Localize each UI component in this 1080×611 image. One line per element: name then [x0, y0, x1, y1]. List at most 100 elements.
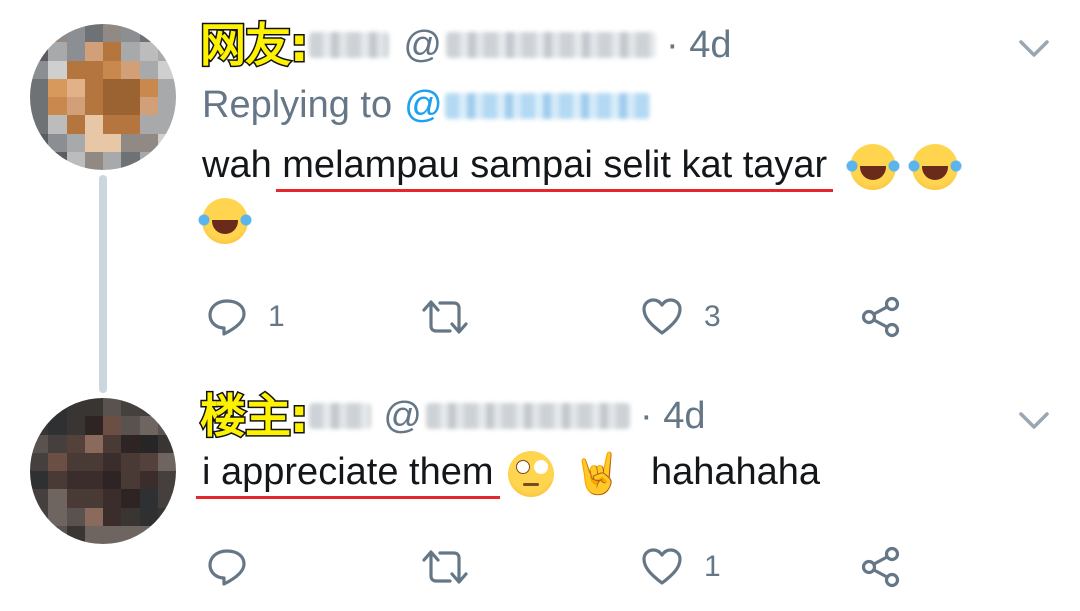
- avatar-pixel: [103, 489, 122, 508]
- avatar-pixel: [139, 525, 158, 544]
- avatar-pixel: [30, 525, 49, 544]
- avatar-pixel: [48, 60, 67, 79]
- avatar-pixel: [121, 452, 140, 471]
- avatar-pixel: [48, 115, 67, 134]
- avatar-pixel: [121, 97, 140, 116]
- tweet-1-display-name[interactable]: [309, 32, 390, 58]
- avatar-pixel: [139, 60, 158, 79]
- avatar-pixel: [48, 416, 67, 435]
- retweet-icon: [422, 300, 468, 334]
- avatar-pixel: [157, 151, 176, 170]
- tweet-1-header: 网友: @ · 4d: [198, 18, 731, 72]
- tweet-1-text-plain: wah: [202, 144, 283, 187]
- avatar-pixel: [139, 507, 158, 526]
- avatar-pixel: [139, 151, 158, 170]
- tweet-1-chevron-down-icon[interactable]: [1018, 38, 1050, 60]
- avatar-pixel: [48, 133, 67, 152]
- avatar-pixel: [157, 398, 176, 417]
- tweet-1-tag: 网友:: [198, 18, 309, 72]
- tweet-2-header: 楼主: @ · 4d: [198, 392, 705, 441]
- avatar-pixel: [157, 42, 176, 61]
- avatar-pixel: [84, 78, 103, 97]
- avatar-pixel: [157, 452, 176, 471]
- tweet-1-share-button[interactable]: [860, 296, 902, 338]
- laughing-emoji-icon: [845, 144, 900, 190]
- tweet-2-reply-button[interactable]: [206, 546, 268, 588]
- like-count: 1: [704, 550, 721, 583]
- tweet-1-like-button[interactable]: 3: [640, 296, 721, 338]
- avatar-pixel: [48, 151, 67, 170]
- tweet-1-handle[interactable]: [445, 32, 656, 58]
- tweet-2-chevron-down-icon[interactable]: [1018, 410, 1050, 432]
- avatar-pixel: [121, 489, 140, 508]
- avatar-pixel: [84, 97, 103, 116]
- avatar-pixel: [103, 133, 122, 152]
- avatar-pixel: [103, 507, 122, 526]
- avatar-pixel: [30, 489, 49, 508]
- avatar-pixel: [66, 507, 85, 526]
- avatar-pixel: [121, 115, 140, 134]
- thread-connector: [99, 175, 107, 393]
- replying-to: Replying to @: [202, 84, 650, 127]
- replying-to-label: Replying to: [202, 84, 393, 126]
- tweet-2-text-after: hahahaha: [651, 450, 821, 493]
- tweet-2-handle[interactable]: [425, 403, 630, 429]
- tweet-2-time[interactable]: · 4d: [640, 395, 705, 438]
- avatar-pixel: [139, 97, 158, 116]
- tweet-1-time[interactable]: · 4d: [666, 24, 731, 67]
- reply-mention-at[interactable]: @: [404, 84, 443, 127]
- avatar-pixel: [103, 471, 122, 490]
- avatar-pixel: [103, 416, 122, 435]
- heart-icon: [642, 298, 682, 335]
- tweet-2-display-name[interactable]: [309, 403, 372, 429]
- tweet-1-handle-at[interactable]: @: [403, 24, 442, 67]
- avatar-dog[interactable]: [30, 24, 176, 170]
- avatar-pixel: [84, 133, 103, 152]
- laughing-emoji-icon: [908, 144, 963, 190]
- tweet-2-retweet-button[interactable]: [420, 546, 490, 588]
- avatar-pixel: [66, 78, 85, 97]
- avatar-pixel: [157, 60, 176, 79]
- tweet-1-text: wah melampau sampai selit kat tayar: [202, 144, 963, 190]
- tweet-2-text-underlined: i appreciate them: [202, 450, 494, 493]
- tweet-1-reply-button[interactable]: 1: [206, 296, 285, 338]
- rock-hand-emoji-icon: 🤘: [572, 451, 623, 497]
- avatar-pixel: [103, 452, 122, 471]
- avatar-pixel: [48, 42, 67, 61]
- rolling-eyes-emoji-icon: [508, 450, 555, 497]
- avatar-pixel: [103, 42, 122, 61]
- tweet-2-like-button[interactable]: 1: [640, 546, 721, 588]
- avatar-pixel: [84, 471, 103, 490]
- avatar-person[interactable]: [30, 398, 176, 544]
- avatar-pixel: [139, 416, 158, 435]
- avatar-pixel: [121, 133, 140, 152]
- avatar-pixel: [157, 507, 176, 526]
- laughing-emoji-icon: [198, 198, 252, 244]
- reply-mention[interactable]: [444, 92, 650, 119]
- tweet-1-retweet-button[interactable]: [420, 296, 490, 338]
- avatar-pixel: [157, 471, 176, 490]
- share-icon: [861, 546, 900, 588]
- tweet-2-share-button[interactable]: [860, 546, 902, 588]
- avatar-pixel: [48, 434, 67, 453]
- avatar-pixel: [121, 525, 140, 544]
- avatar-pixel: [139, 471, 158, 490]
- avatar-pixel: [30, 24, 49, 43]
- heart-icon: [642, 548, 682, 585]
- avatar-pixel: [157, 489, 176, 508]
- avatar-pixel: [66, 525, 85, 544]
- avatar-pixel: [84, 416, 103, 435]
- reply-count: 1: [268, 300, 285, 333]
- avatar-pixel: [157, 115, 176, 134]
- avatar-pixel: [30, 507, 49, 526]
- avatar-pixel: [30, 42, 49, 61]
- avatar-pixel: [48, 78, 67, 97]
- avatar-pixel: [157, 434, 176, 453]
- avatar-pixel: [139, 42, 158, 61]
- tweet-1-text-line2: [198, 198, 252, 244]
- tweet-2-handle-at[interactable]: @: [383, 395, 422, 438]
- avatar-pixel: [30, 471, 49, 490]
- avatar-pixel: [66, 24, 85, 43]
- avatar-pixel: [84, 452, 103, 471]
- avatar-pixel: [103, 115, 122, 134]
